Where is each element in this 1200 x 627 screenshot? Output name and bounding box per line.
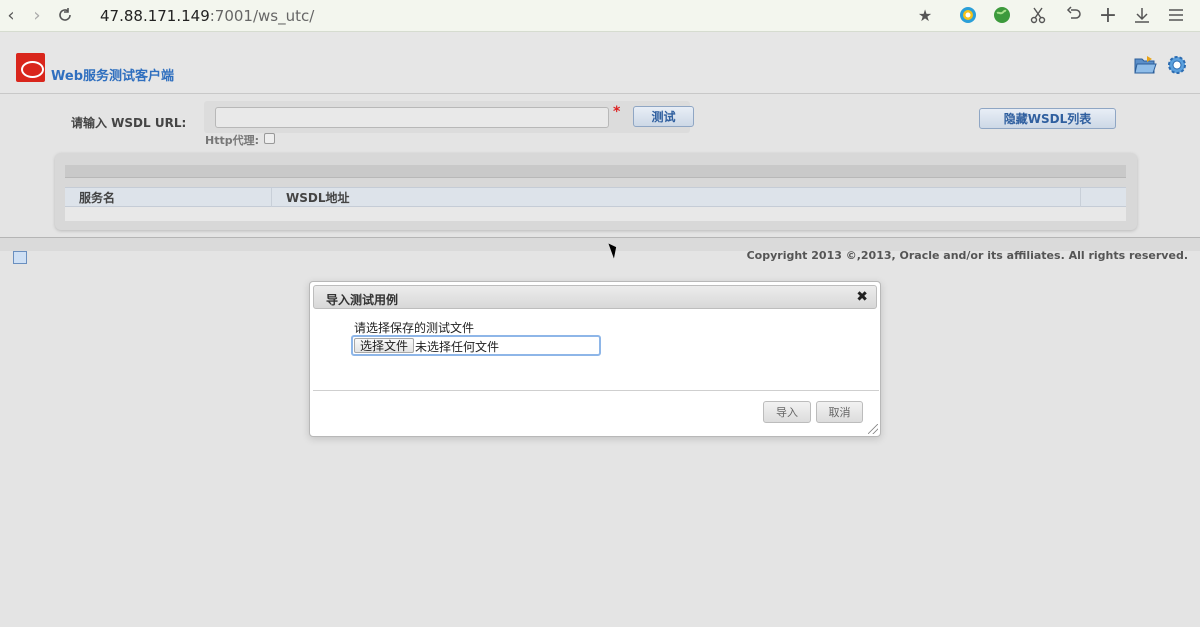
hide-wsdl-list-button[interactable]: 隐藏WSDL列表 xyxy=(979,108,1116,129)
copyright-text: Copyright 2013 ©,2013, Oracle and/or its… xyxy=(746,249,1188,262)
http-proxy-label: Http代理: xyxy=(205,134,259,147)
oracle-logo-icon xyxy=(16,53,45,82)
back-icon[interactable]: ‹ xyxy=(0,4,22,26)
file-input[interactable]: 选择文件 未选择任何文件 xyxy=(351,335,601,356)
resize-handle-icon[interactable] xyxy=(868,424,878,434)
address-bar[interactable]: 47.88.171.149:7001/ws_utc/ xyxy=(100,7,314,25)
menu-icon[interactable] xyxy=(1165,4,1187,26)
column-header-wsdl-address[interactable]: WSDL地址 xyxy=(272,188,1081,207)
wsdl-url-input[interactable] xyxy=(215,107,609,128)
required-marker: * xyxy=(613,104,621,120)
settings-gear-icon[interactable] xyxy=(1165,53,1189,77)
file-status-text: 未选择任何文件 xyxy=(415,340,500,354)
globe-icon[interactable] xyxy=(991,4,1013,26)
browser-toolbar: ‹ › 47.88.171.149:7001/ws_utc/ ★ + xyxy=(0,0,1200,32)
table-body xyxy=(65,207,1126,221)
test-button[interactable]: 测试 xyxy=(633,106,694,127)
page-header: Web服务测试客户端 xyxy=(0,32,1200,94)
cancel-button[interactable]: 取消 xyxy=(816,401,863,423)
extension-icon[interactable] xyxy=(957,4,979,26)
table-header: 服务名 WSDL地址 xyxy=(65,187,1126,207)
file-prompt-label: 请选择保存的测试文件 xyxy=(354,321,475,335)
table-toolbar xyxy=(65,165,1126,178)
import-button[interactable]: 导入 xyxy=(763,401,811,423)
new-tab-icon[interactable]: + xyxy=(1097,3,1119,28)
page-title: Web服务测试客户端 xyxy=(51,69,174,84)
bookmark-star-icon[interactable]: ★ xyxy=(914,4,936,26)
window-icon[interactable] xyxy=(13,251,27,264)
close-icon[interactable]: ✖ xyxy=(856,289,868,305)
scissors-icon[interactable] xyxy=(1027,4,1049,26)
url-path: :7001/ws_utc/ xyxy=(209,7,315,25)
choose-file-button[interactable]: 选择文件 xyxy=(354,338,415,353)
wsdl-url-label: 请输入 WSDL URL: xyxy=(71,116,187,130)
url-host: 47.88.171.149 xyxy=(100,7,210,25)
open-folder-icon[interactable] xyxy=(1133,53,1157,77)
dialog-title-bar[interactable]: 导入测试用例 ✖ xyxy=(313,285,877,309)
dialog-title: 导入测试用例 xyxy=(326,293,399,307)
undo-icon[interactable] xyxy=(1063,4,1085,26)
dialog-divider xyxy=(313,390,879,391)
column-header-service-name[interactable]: 服务名 xyxy=(65,188,272,207)
download-icon[interactable] xyxy=(1131,4,1153,26)
import-test-case-dialog: 导入测试用例 ✖ 请选择保存的测试文件 选择文件 未选择任何文件 导入 取消 xyxy=(309,281,881,437)
forward-icon[interactable]: › xyxy=(26,4,48,26)
footer: Copyright 2013 ©,2013, Oracle and/or its… xyxy=(0,237,1200,265)
http-proxy-checkbox[interactable] xyxy=(264,133,275,144)
reload-icon[interactable] xyxy=(54,4,76,26)
